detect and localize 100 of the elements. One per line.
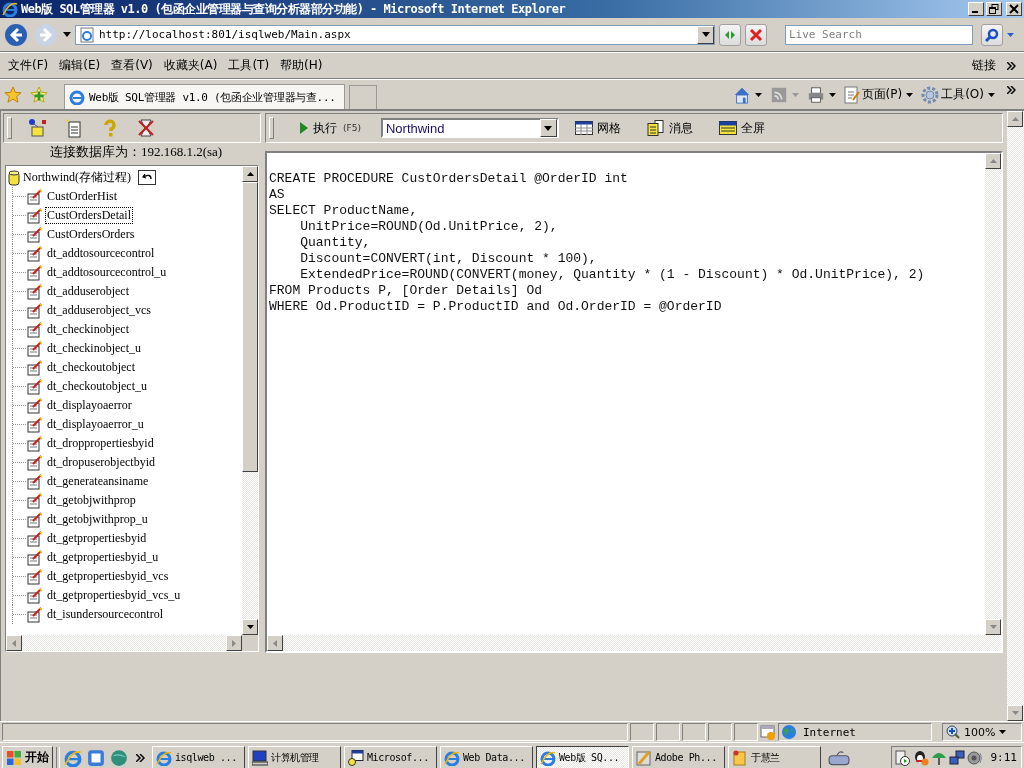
menu-item[interactable]: 工具(T) [224, 57, 277, 74]
connect-icon[interactable] [28, 118, 48, 138]
penguin-icon[interactable] [912, 749, 929, 766]
page-menu-button[interactable]: 页面(P) [843, 85, 903, 104]
scroll-down-button[interactable] [242, 619, 258, 635]
scroll-left-button[interactable] [6, 635, 22, 651]
tree-item[interactable]: dt_checkoutobject_u [45, 378, 149, 395]
chevron-icon[interactable] [1007, 86, 1016, 94]
menu-item[interactable]: 收藏夹(A) [159, 57, 225, 74]
scroll-right-button[interactable] [226, 635, 242, 651]
taskbar-button[interactable]: Microsof... [344, 745, 437, 768]
menu-item[interactable]: 文件(F) [4, 57, 56, 74]
tree-item[interactable]: CustOrdersDetail [45, 207, 133, 224]
fullscreen-button[interactable]: 全屏 [718, 119, 765, 137]
tree-item[interactable]: dt_adduserobject [45, 283, 131, 300]
back-button[interactable] [138, 170, 156, 185]
globe-icon[interactable] [110, 748, 128, 767]
restore-button[interactable] [986, 2, 1002, 16]
procedure-icon [27, 397, 43, 414]
new-document-icon[interactable] [64, 118, 84, 138]
network-icon[interactable] [948, 749, 965, 766]
taskbar-button[interactable]: 于慧兰 [728, 745, 821, 768]
home-icon[interactable] [732, 85, 751, 104]
close-button[interactable] [1006, 2, 1022, 16]
tree-item[interactable]: dt_displayoaerror_u [45, 416, 146, 433]
execute-button[interactable]: 执行 (F5) [300, 119, 361, 137]
menu-item[interactable]: 帮助(H) [276, 57, 330, 74]
tree-item[interactable]: dt_getpropertiesbyid [45, 530, 149, 547]
tools-menu-button[interactable]: 工具(O) [921, 85, 984, 104]
taskbar-button[interactable]: Web Data... [440, 745, 533, 768]
tree-item[interactable]: dt_checkinobject_u [45, 340, 143, 357]
tree-item[interactable]: dt_addtosourcecontrol_u [45, 264, 169, 281]
taskbar-button[interactable]: Adobe Ph... [632, 745, 725, 768]
scroll-up-button[interactable] [985, 153, 1001, 169]
caret-icon[interactable] [754, 92, 762, 97]
tree-item[interactable]: CustOrderHist [45, 188, 119, 205]
caret-icon[interactable] [906, 92, 914, 97]
keyboard-icon[interactable] [828, 748, 850, 767]
tree-item[interactable]: dt_displayoaerror [45, 397, 134, 414]
tree-item[interactable]: dt_checkoutobject [45, 359, 137, 376]
taskbar-button[interactable]: Web版 SQ... [536, 745, 629, 768]
star-icon[interactable] [4, 85, 22, 104]
menu-item[interactable]: 编辑(E) [55, 57, 108, 74]
refresh-button[interactable] [719, 23, 741, 46]
browser-icon[interactable] [64, 748, 82, 767]
tree-item[interactable]: dt_droppropertiesbyid [45, 435, 156, 452]
tree-item[interactable]: dt_isundersourcecontrol [45, 606, 165, 623]
caret-icon[interactable] [828, 92, 836, 97]
add-favorite-icon[interactable] [30, 85, 48, 104]
horizontal-scrollbar[interactable] [267, 635, 1001, 651]
scroll-thumb[interactable] [242, 182, 258, 472]
address-field[interactable]: http://localhost:801/isqlweb/Main.aspx [75, 24, 715, 45]
printer-icon[interactable] [806, 85, 825, 104]
vertical-scrollbar[interactable] [242, 166, 258, 635]
search-button[interactable] [981, 23, 1003, 46]
horizontal-scrollbar[interactable] [6, 635, 258, 651]
grid-button[interactable]: 网格 [574, 119, 621, 137]
tree-item[interactable]: dt_getpropertiesbyid_vcs_u [45, 587, 183, 604]
search-field[interactable]: Live Search [785, 24, 973, 45]
caret-icon[interactable] [988, 92, 995, 97]
menu-item[interactable]: 查看(V) [107, 57, 160, 74]
table-icon [574, 121, 593, 135]
minimize-button[interactable] [968, 2, 984, 16]
media-icon[interactable] [894, 749, 911, 766]
messages-button[interactable]: 消息 [646, 119, 693, 137]
dropdown-button[interactable] [697, 25, 714, 44]
zoom-button[interactable]: 100% [942, 723, 1022, 741]
scroll-down-button[interactable] [1007, 705, 1023, 721]
vertical-scrollbar[interactable] [1007, 111, 1024, 721]
delete-icon[interactable] [136, 118, 156, 138]
database-select[interactable]: Northwind [380, 118, 559, 138]
chevron-icon[interactable] [1007, 61, 1016, 70]
tree-item[interactable]: dt_generateansiname [45, 473, 151, 490]
caret-icon[interactable] [63, 32, 71, 37]
procedure-icon [27, 321, 43, 338]
links-label[interactable]: 链接 [968, 57, 1003, 74]
taskbar-button[interactable]: isqlweb ... [152, 745, 245, 768]
tree-item[interactable]: dt_getpropertiesbyid_u [45, 549, 161, 566]
stop-button[interactable] [745, 23, 767, 46]
scroll-down-button[interactable] [985, 619, 1001, 635]
scroll-up-button[interactable] [242, 166, 258, 182]
chevron-icon[interactable] [136, 753, 145, 762]
tree-item[interactable]: dt_checkinobject [45, 321, 131, 338]
tree-item[interactable]: dt_getobjwithprop [45, 492, 138, 509]
tree-item[interactable]: CustOrdersOrders [45, 226, 137, 243]
back-button[interactable] [3, 21, 29, 48]
tree-root-label[interactable]: Northwind(存储过程) [21, 169, 133, 186]
tree-item[interactable]: dt_getobjwithprop_u [45, 511, 150, 528]
tree-item[interactable]: dt_getpropertiesbyid_vcs [45, 568, 171, 585]
speaker-icon[interactable] [966, 749, 983, 766]
tree-item[interactable]: dt_dropuserobjectbyid [45, 454, 157, 471]
scroll-left-button[interactable] [267, 635, 283, 651]
start-button[interactable]: 开始 [2, 745, 53, 768]
browser-tab[interactable]: Web版 SQL管理器 v1.0 (包函企业管理器与查... [64, 84, 345, 109]
procedure-icon [27, 359, 43, 376]
scroll-up-button[interactable] [1007, 111, 1023, 127]
tree-item[interactable]: dt_addtosourcecontrol [45, 245, 157, 262]
vertical-scrollbar[interactable] [985, 153, 1001, 635]
taskbar-button[interactable]: 计算机管理 [248, 745, 341, 768]
tree-item[interactable]: dt_adduserobject_vcs [45, 302, 153, 319]
